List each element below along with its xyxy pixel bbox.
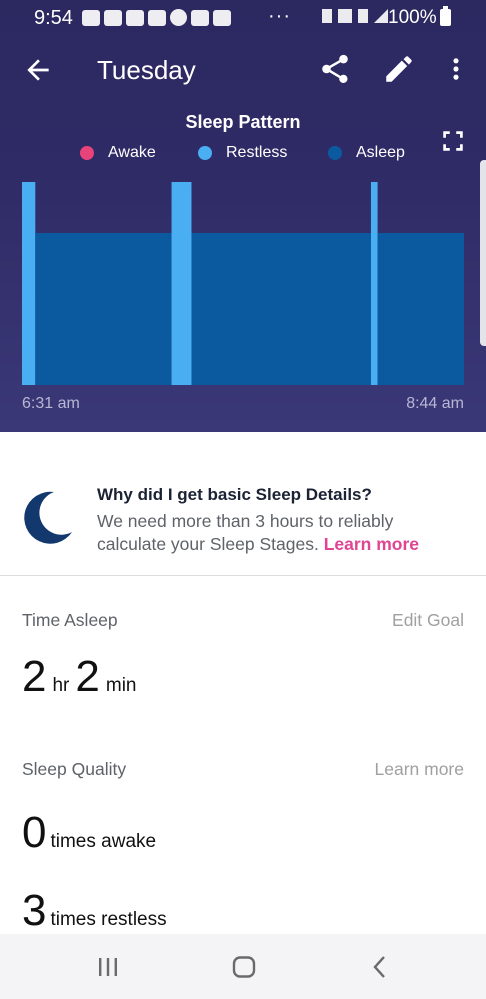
asleep-swatch [328, 146, 342, 160]
fullscreen-icon[interactable] [440, 128, 466, 154]
time-asleep-value: 2 hr 2 min [22, 652, 143, 702]
legend-label: Awake [108, 144, 156, 161]
learn-more-link[interactable]: Learn more [324, 534, 419, 554]
sleep-segment-asleep [35, 233, 172, 385]
legend-label: Asleep [356, 144, 405, 161]
x-axis-start-label: 6:31 am [22, 395, 80, 412]
recents-icon[interactable] [96, 956, 120, 978]
hours-value: 2 [22, 652, 47, 701]
awake-swatch [80, 146, 94, 160]
legend-item-asleep: Asleep [328, 144, 405, 162]
info-title: Why did I get basic Sleep Details? [97, 485, 372, 504]
bluetooth-icon [322, 9, 332, 23]
edit-goal-link[interactable]: Edit Goal [392, 610, 464, 631]
minutes-unit: min [105, 675, 137, 696]
youtube-icon [82, 9, 100, 26]
fitbit-icon [148, 9, 166, 26]
page-title: Tuesday [97, 55, 196, 85]
notification-icons [82, 9, 231, 26]
sleep-segment-asleep [377, 233, 464, 385]
x-axis-end-label: 8:44 am [406, 395, 464, 412]
youtube-icon [191, 9, 209, 26]
status-time: 9:54 [34, 7, 73, 29]
arrow-left-icon[interactable] [22, 54, 54, 86]
time-asleep-label: Time Asleep [22, 610, 118, 630]
system-icons [322, 9, 388, 23]
sleep-segment-restless [370, 182, 378, 385]
moon-icon [24, 491, 72, 544]
pinterest-icon [170, 9, 187, 26]
restless-count: 3 [22, 886, 47, 935]
lte-icon [358, 9, 368, 23]
awake-count-stat: 0 times awake [22, 808, 162, 858]
pencil-icon[interactable] [382, 52, 416, 86]
sleep-quality-label: Sleep Quality [22, 759, 127, 779]
minutes-value: 2 [75, 652, 100, 701]
sleep-segment-asleep [191, 233, 371, 385]
info-body: We need more than 3 hours to reliably ca… [97, 510, 467, 556]
home-icon[interactable] [232, 956, 256, 978]
app-bar: Tuesday [0, 42, 486, 98]
status-bar: 9:54 ··· 100% [0, 0, 486, 36]
legend-item-awake: Awake [80, 144, 156, 162]
battery-percentage: 100% [388, 7, 437, 28]
fitbit-icon [126, 9, 144, 26]
battery-icon [440, 6, 451, 26]
legend-label: Restless [226, 144, 288, 161]
restless-swatch [198, 146, 212, 160]
sleep-quality-learn-more-link[interactable]: Learn more [375, 759, 465, 780]
news-icon [104, 9, 122, 26]
awake-label: times awake [50, 831, 157, 852]
chart-title: Sleep Pattern [185, 112, 301, 132]
signal-icon [374, 9, 388, 23]
back-icon[interactable] [370, 954, 388, 980]
volte-icon [338, 9, 352, 23]
share-icon[interactable] [318, 52, 352, 86]
awake-count: 0 [22, 808, 47, 857]
more-notifications-indicator: ··· [268, 5, 291, 27]
sleep-segment-restless [22, 182, 36, 385]
sleep-header: 9:54 ··· 100% Tuesday Sleep Pattern Awak… [0, 0, 486, 432]
hours-unit: hr [52, 675, 70, 696]
restless-label: times restless [50, 909, 167, 930]
basic-sleep-info-card: Why did I get basic Sleep Details? We ne… [0, 432, 486, 576]
system-nav-bar [0, 934, 486, 999]
sleep-segment-restless [171, 182, 192, 385]
more-vert-icon[interactable] [442, 52, 470, 86]
youtube-icon [213, 9, 231, 26]
scroll-handle[interactable] [480, 160, 486, 346]
sleep-pattern-chart[interactable] [22, 182, 464, 385]
restless-count-stat: 3 times restless [22, 886, 173, 936]
legend-item-restless: Restless [198, 144, 287, 162]
